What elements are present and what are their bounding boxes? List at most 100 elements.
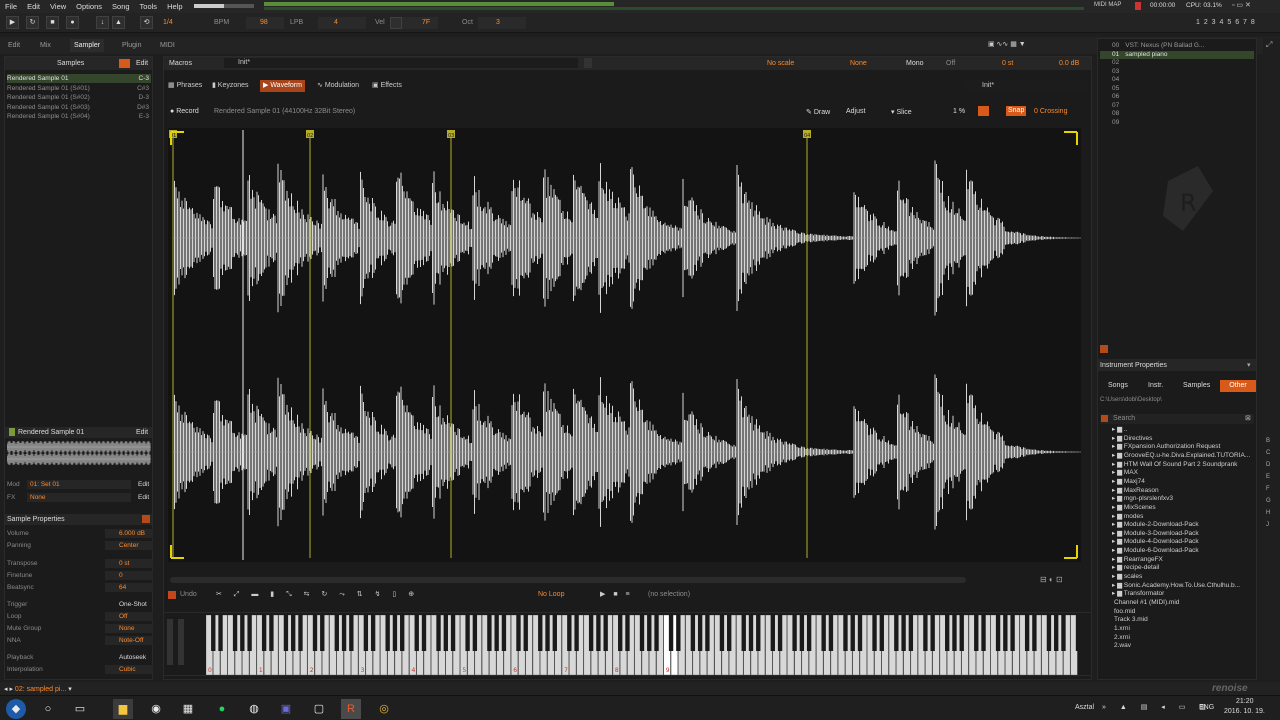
- playback-buttons[interactable]: ▶ ■ ≡: [600, 590, 633, 598]
- slice-tool[interactable]: ▾ Slice: [891, 108, 912, 116]
- record-icon[interactable]: ●: [66, 16, 79, 29]
- instrument-slot[interactable]: 02: [1100, 59, 1254, 67]
- drive-key[interactable]: D: [1266, 462, 1270, 468]
- browser-item[interactable]: ▸ ▆ MixScenes: [1112, 504, 1252, 513]
- instrument-slot[interactable]: 07: [1100, 102, 1254, 110]
- browser-item[interactable]: ▸ ▆ Transformator: [1112, 590, 1252, 599]
- transpose-field[interactable]: 0 st: [1002, 60, 1013, 67]
- browser-item[interactable]: 1.xrni: [1114, 625, 1254, 634]
- tab-edit[interactable]: Edit: [8, 39, 20, 52]
- tab-samples[interactable]: Samples: [1183, 382, 1210, 389]
- browser-item[interactable]: Track 3.mid: [1114, 616, 1254, 625]
- browser-item[interactable]: ▸ ▆ Module-4-Download-Pack: [1112, 538, 1252, 547]
- selected-sample-edit[interactable]: Edit: [136, 429, 148, 436]
- tab-phrases[interactable]: ▦ Phrases: [168, 81, 202, 89]
- browser-item[interactable]: 2.wav: [1114, 642, 1254, 651]
- bpm-field[interactable]: 98: [246, 17, 284, 29]
- loop-pattern-icon[interactable]: ↻: [26, 16, 39, 29]
- midi-map-label[interactable]: MIDI MAP: [1094, 2, 1121, 8]
- browser-item[interactable]: ▸ ▆ RearrangeFX: [1112, 556, 1252, 565]
- drive-key[interactable]: B: [1266, 438, 1270, 444]
- tab-plugin[interactable]: Plugin: [122, 39, 141, 52]
- follow-icon[interactable]: ↓: [96, 16, 109, 29]
- renoise-taskbar-icon[interactable]: R: [341, 699, 361, 719]
- menu-song[interactable]: Song: [107, 2, 135, 11]
- fx-select[interactable]: None: [27, 493, 131, 502]
- menu-view[interactable]: View: [45, 2, 71, 11]
- draw-tool[interactable]: ✎ Draw: [806, 108, 830, 116]
- app-grid-icon[interactable]: ▦: [178, 699, 198, 719]
- clear-search-icon[interactable]: ⊠: [1245, 414, 1251, 422]
- macros-toggle[interactable]: Macros: [169, 60, 192, 67]
- volume-slider[interactable]: [194, 4, 254, 8]
- edit-tools[interactable]: ✂ ⤢ ▬ ▮ ⤡ ⇆ ↻ ⤳ ⇅ ↯ ▯ ⊕: [216, 590, 419, 599]
- tab-effects[interactable]: ▣ Effects: [372, 81, 402, 89]
- drive-key[interactable]: F: [1266, 486, 1270, 492]
- spotify-icon[interactable]: ●: [212, 699, 232, 719]
- browser-search[interactable]: Search ⊠: [1100, 414, 1254, 424]
- instrument-slot[interactable]: 09: [1100, 119, 1254, 127]
- status-instrument[interactable]: ◂ ▸ 02: sampled pi... ▾: [4, 685, 72, 693]
- browser-item[interactable]: ▸ ▆ Module-2-Download-Pack: [1112, 521, 1252, 530]
- sample-item[interactable]: Rendered Sample 01 (S#01) C#3: [7, 84, 151, 93]
- play-icon[interactable]: ▶: [6, 16, 19, 29]
- key-select[interactable]: None: [850, 60, 867, 67]
- browser-item[interactable]: ▸ ▆ MaxReason: [1112, 487, 1252, 496]
- lpb-field[interactable]: 4: [318, 17, 366, 29]
- tab-modulation[interactable]: ∿ Modulation: [317, 81, 359, 89]
- view-layout-icons[interactable]: ▣ ∿∿ ▦ ▼: [988, 40, 1026, 48]
- clock-time[interactable]: 21:20: [1236, 698, 1254, 705]
- tab-songs[interactable]: Songs: [1108, 382, 1128, 389]
- browser-item[interactable]: ▸ ▆ GrooveEQ.u-he.Diva.Explained.TUTORIA…: [1112, 452, 1252, 461]
- block-loop-icon[interactable]: ⟲: [140, 16, 153, 29]
- instrument-slot[interactable]: 08: [1100, 110, 1254, 118]
- sample-item[interactable]: Rendered Sample 01 C-3: [7, 74, 151, 83]
- mini-waveform[interactable]: [7, 441, 151, 465]
- zoom-field[interactable]: 1 %: [953, 108, 965, 115]
- browser-item[interactable]: ▸ ▆ MAX: [1112, 469, 1252, 478]
- window-controls[interactable]: ▫ ▭ ✕: [1232, 1, 1251, 9]
- browser-item[interactable]: ▸ ▆ HTM Wall Of Sound Part 2 Soundprank: [1112, 461, 1252, 470]
- mod-wheel[interactable]: [178, 619, 184, 665]
- sample-item[interactable]: Rendered Sample 01 (S#04) E-3: [7, 112, 151, 121]
- menu-options[interactable]: Options: [71, 2, 107, 11]
- waveform-canvas[interactable]: 01020304 1.0.02.0.03.0.04.0.05.0.06.0.07…: [168, 128, 1081, 571]
- pitch-wheel[interactable]: [167, 619, 173, 665]
- drive-key[interactable]: C: [1266, 450, 1270, 456]
- glide-field[interactable]: Off: [946, 60, 955, 67]
- properties-dropdown-icon[interactable]: ▾: [1247, 361, 1251, 369]
- instrument-slot[interactable]: 00 VST: Nexus (PN Ballad G...: [1100, 42, 1254, 50]
- save-preset-icon[interactable]: [584, 58, 592, 68]
- browser-item[interactable]: ▸ ▆ recipe-detail: [1112, 564, 1252, 573]
- mod-edit[interactable]: Edit: [138, 480, 149, 490]
- start-icon[interactable]: ◆: [6, 699, 26, 719]
- browser-item[interactable]: foo.mid: [1114, 608, 1254, 617]
- tab-instr[interactable]: Instr.: [1148, 382, 1163, 389]
- instrument-slot[interactable]: 06: [1100, 93, 1254, 101]
- menu-edit[interactable]: Edit: [22, 2, 45, 11]
- tab-sampler[interactable]: Sampler: [70, 39, 105, 52]
- browser-item[interactable]: ▸ ▆ Module-3-Download-Pack: [1112, 530, 1252, 539]
- velocity-field[interactable]: 7F: [390, 17, 438, 29]
- browser-item[interactable]: ▸ ▆ scales: [1112, 573, 1252, 582]
- fx-edit[interactable]: Edit: [138, 493, 149, 503]
- browser-item[interactable]: ▸ ▆ Sonic.Academy.How.To.Use.Cthulhu.b..…: [1112, 582, 1252, 591]
- phrase-preset-select[interactable]: Init*: [964, 80, 1088, 91]
- instrument-slot[interactable]: 04: [1100, 76, 1254, 84]
- browser-item[interactable]: ▸ ▆ Maxj74: [1112, 478, 1252, 487]
- loop-mode-select[interactable]: No Loop: [538, 591, 564, 598]
- metronome-icon[interactable]: ▲: [112, 16, 125, 29]
- block-loop-value[interactable]: 1/4: [163, 19, 173, 26]
- sample-item[interactable]: Rendered Sample 01 (S#03) D#3: [7, 103, 151, 112]
- tab-other[interactable]: Other: [1220, 380, 1256, 392]
- waveform-scrollbar[interactable]: [170, 577, 966, 583]
- scale-select[interactable]: No scale: [767, 60, 794, 67]
- task-view-icon[interactable]: ▭: [70, 699, 90, 719]
- track-selector[interactable]: 1 2 3 4 5 6 7 8: [1196, 19, 1256, 26]
- tab-mix[interactable]: Mix: [40, 39, 51, 52]
- drive-key[interactable]: G: [1266, 498, 1271, 504]
- tab-waveform[interactable]: ▶ Waveform: [260, 80, 305, 92]
- stop-icon[interactable]: ■: [46, 16, 59, 29]
- sample-item[interactable]: Rendered Sample 01 (S#02) D-3: [7, 93, 151, 102]
- zoom-buttons[interactable]: ⊟ ◐ ⊡: [1040, 575, 1063, 584]
